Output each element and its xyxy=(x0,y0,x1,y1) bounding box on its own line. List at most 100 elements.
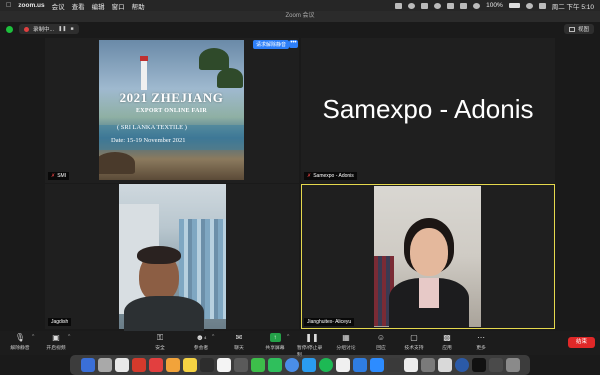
record-icon: ❚❚ xyxy=(305,333,319,342)
tray-icon-5[interactable] xyxy=(447,2,455,9)
aliceyu-face xyxy=(410,228,448,276)
app-dark2-icon[interactable] xyxy=(386,358,401,372)
request-unmute-button[interactable]: 请求解除静音 xyxy=(253,40,290,49)
recording-label: 录制中... xyxy=(33,27,55,33)
app-blue2-icon[interactable] xyxy=(454,358,469,372)
participant-name: SMI xyxy=(57,173,67,179)
menu-help[interactable]: 帮助 xyxy=(132,1,145,11)
participant-name: Samexpo - Adonis xyxy=(313,173,354,179)
window-title: Zoom 会议 xyxy=(0,11,600,22)
apple-icon[interactable]:  xyxy=(6,2,11,9)
participants-caret[interactable]: ^ xyxy=(212,334,214,340)
apps-label: 应用 xyxy=(442,346,452,351)
breakout-rooms-button[interactable]: ▦ 分组讨论 xyxy=(331,333,361,351)
finder-icon[interactable] xyxy=(80,358,95,372)
tile-label-jagdish: Jagdish xyxy=(48,318,72,326)
aliceyu-video xyxy=(374,186,481,328)
menu-edit[interactable]: 编辑 xyxy=(92,1,105,11)
tile-label-smi: ✗ SMI xyxy=(48,172,70,180)
preview-icon[interactable] xyxy=(437,358,452,372)
poster-boat xyxy=(99,152,135,174)
more-button[interactable]: ⋯ 更多 xyxy=(466,333,496,351)
jagdish-hair xyxy=(137,246,181,264)
unmute-button[interactable]: 🎙 解除静音 xyxy=(5,333,35,351)
tray-icon-1[interactable] xyxy=(395,2,403,9)
tray-icon-6[interactable] xyxy=(460,2,468,9)
participant-name: Jagdish xyxy=(51,319,69,325)
photos-icon[interactable] xyxy=(335,358,350,372)
start-video-button[interactable]: ▣ 开启视频 xyxy=(41,333,71,351)
calendar-icon[interactable] xyxy=(114,358,129,372)
app-window-icon[interactable] xyxy=(488,358,503,372)
spotify-icon[interactable] xyxy=(318,358,333,372)
battery-icon[interactable] xyxy=(508,3,520,8)
notes-icon[interactable] xyxy=(182,358,197,372)
more-icon: ⋯ xyxy=(477,333,485,342)
capcut-icon[interactable] xyxy=(471,358,486,372)
menu-meeting[interactable]: 会议 xyxy=(52,1,65,11)
tech-support-button[interactable]: ▢ 技术支持 xyxy=(399,333,429,351)
chat-button[interactable]: ✉ 聊天 xyxy=(224,333,254,351)
audio-options-caret[interactable]: ^ xyxy=(32,334,34,340)
battery-percent: 100% xyxy=(486,2,503,9)
poster-title: 2021 ZHEJIANG xyxy=(119,90,224,105)
end-meeting-button[interactable]: 结束 xyxy=(568,337,595,348)
zoom-icon[interactable] xyxy=(369,358,384,372)
chrome-icon[interactable] xyxy=(284,358,299,372)
security-shield-icon[interactable] xyxy=(6,25,13,33)
poster-palm-1 xyxy=(199,48,229,70)
app-orange-icon[interactable] xyxy=(165,358,180,372)
app-dark-icon[interactable] xyxy=(199,358,214,372)
apps-icon: ▩ xyxy=(443,333,451,342)
participant-name: Jianghuitex- Aliceyu xyxy=(307,319,352,325)
video-options-caret[interactable]: ^ xyxy=(68,334,70,340)
app-red2-icon[interactable] xyxy=(148,358,163,372)
search-icon[interactable] xyxy=(525,2,533,9)
recording-dot-icon xyxy=(24,26,29,32)
poster-palm-2 xyxy=(217,68,243,88)
app-store-icon[interactable] xyxy=(352,358,367,372)
launchpad-icon[interactable] xyxy=(97,358,112,372)
security-label: 安全 xyxy=(155,346,165,351)
share-options-caret[interactable]: ^ xyxy=(287,334,289,340)
security-button[interactable]: ⚿ 安全 xyxy=(145,333,175,352)
tray-icon-4[interactable] xyxy=(434,2,442,9)
app-grey-icon[interactable] xyxy=(233,358,248,372)
menu-view[interactable]: 查看 xyxy=(72,1,85,11)
system-preferences-icon[interactable] xyxy=(420,358,435,372)
app-blue-icon[interactable] xyxy=(301,358,316,372)
app-white-icon[interactable] xyxy=(403,358,418,372)
clock[interactable]: 周二 下午 5:10 xyxy=(552,1,594,11)
apps-button[interactable]: ▩ 应用 xyxy=(432,333,462,351)
breakout-label: 分组讨论 xyxy=(336,346,356,351)
chat-icon: ✉ xyxy=(235,333,243,342)
view-button[interactable]: 视图 xyxy=(563,24,594,34)
breakout-icon: ▦ xyxy=(342,333,350,342)
control-center-icon[interactable] xyxy=(538,2,546,9)
menu-app-name[interactable]: zoom.us xyxy=(18,2,44,9)
participant-count: 4 xyxy=(204,335,207,340)
wifi-icon[interactable] xyxy=(473,2,481,9)
whatsapp-icon[interactable] xyxy=(267,358,282,372)
mic-muted-icon: 🎙 xyxy=(14,333,26,342)
aliceyu-collar xyxy=(419,278,439,308)
wechat-icon[interactable] xyxy=(250,358,265,372)
reactions-button[interactable]: ☺ 回应 xyxy=(366,333,396,351)
tray-icon-3[interactable] xyxy=(421,2,429,9)
support-label: 技术支持 xyxy=(404,346,424,351)
support-icon: ▢ xyxy=(410,333,418,342)
tray-icon-2[interactable] xyxy=(408,2,416,9)
share-screen-button[interactable]: ↑ 共享屏幕 xyxy=(260,333,290,351)
share-screen-label: 共享屏幕 xyxy=(265,346,285,351)
tile-label-aliceyu: Jianghuitex- Aliceyu xyxy=(304,318,355,326)
notion-icon[interactable] xyxy=(216,358,231,372)
tile-more-button[interactable]: ••• xyxy=(289,40,298,48)
menu-window[interactable]: 窗口 xyxy=(112,1,125,11)
grid-view-icon xyxy=(568,26,575,32)
app-red-icon[interactable] xyxy=(131,358,146,372)
stop-recording-icon[interactable]: ■ xyxy=(70,26,73,32)
trash-icon[interactable] xyxy=(505,358,520,372)
pause-recording-icon[interactable]: ❚❚ xyxy=(58,26,66,32)
mic-muted-icon: ✗ xyxy=(51,173,56,179)
video-off-icon: ▣ xyxy=(52,333,60,342)
